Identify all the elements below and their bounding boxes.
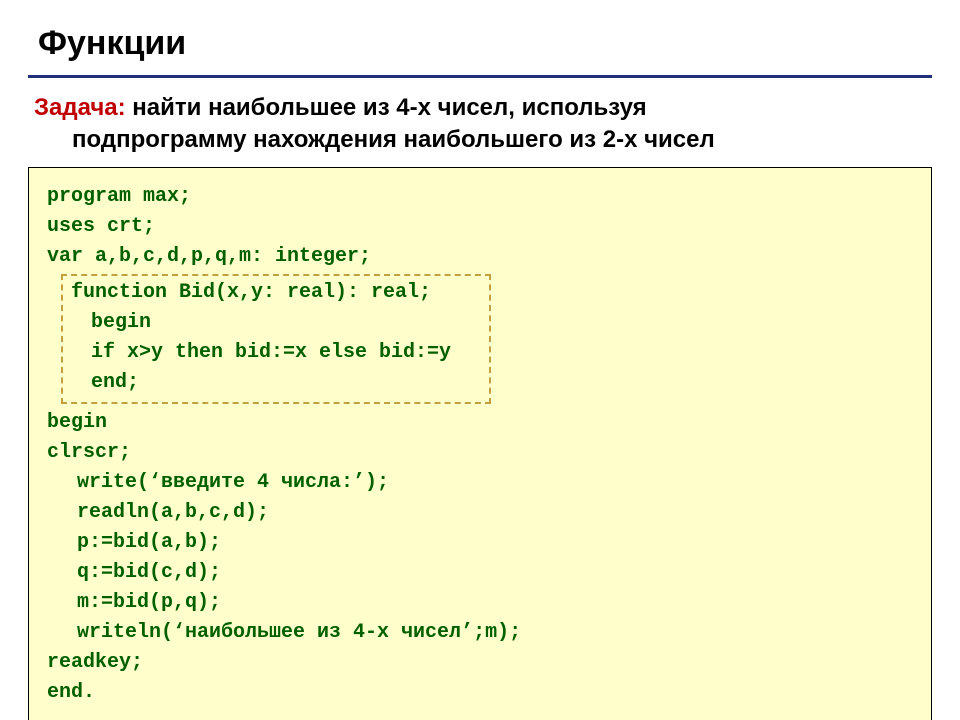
- code-line: end.: [47, 678, 913, 708]
- slide: Функции Задача: найти наибольшее из 4-х …: [0, 0, 960, 720]
- code-line: begin: [47, 408, 913, 438]
- code-line: uses crt;: [47, 212, 913, 242]
- code-box: program max; uses crt; var a,b,c,d,p,q,m…: [28, 167, 932, 720]
- code-line: clrscr;: [47, 438, 913, 468]
- code-line: end;: [71, 368, 479, 398]
- code-line: var a,b,c,d,p,q,m: integer;: [47, 242, 913, 272]
- task-line2: подпрограмму нахождения наибольшего из 2…: [34, 124, 932, 156]
- code-line: p:=bid(a,b);: [47, 528, 913, 558]
- code-line: program max;: [47, 182, 913, 212]
- code-line: if x>y then bid:=x else bid:=y: [71, 338, 479, 368]
- task-line1: найти наибольшее из 4-х чисел, используя: [126, 94, 647, 121]
- task-block: Задача: найти наибольшее из 4-х чисел, и…: [28, 92, 932, 167]
- code-line: begin: [71, 308, 479, 338]
- code-line: readln(a,b,c,d);: [47, 498, 913, 528]
- function-highlight-box: function Bid(x,y: real): real; begin if …: [61, 274, 491, 404]
- page-title: Функции: [28, 18, 932, 78]
- code-line: write(‘введите 4 числа:’);: [47, 468, 913, 498]
- code-line: m:=bid(p,q);: [47, 588, 913, 618]
- code-line: q:=bid(c,d);: [47, 558, 913, 588]
- task-label: Задача:: [34, 94, 126, 121]
- code-line: function Bid(x,y: real): real;: [71, 278, 479, 308]
- code-line: writeln(‘наибольшее из 4-х чисел’;m);: [47, 618, 913, 648]
- code-line: readkey;: [47, 648, 913, 678]
